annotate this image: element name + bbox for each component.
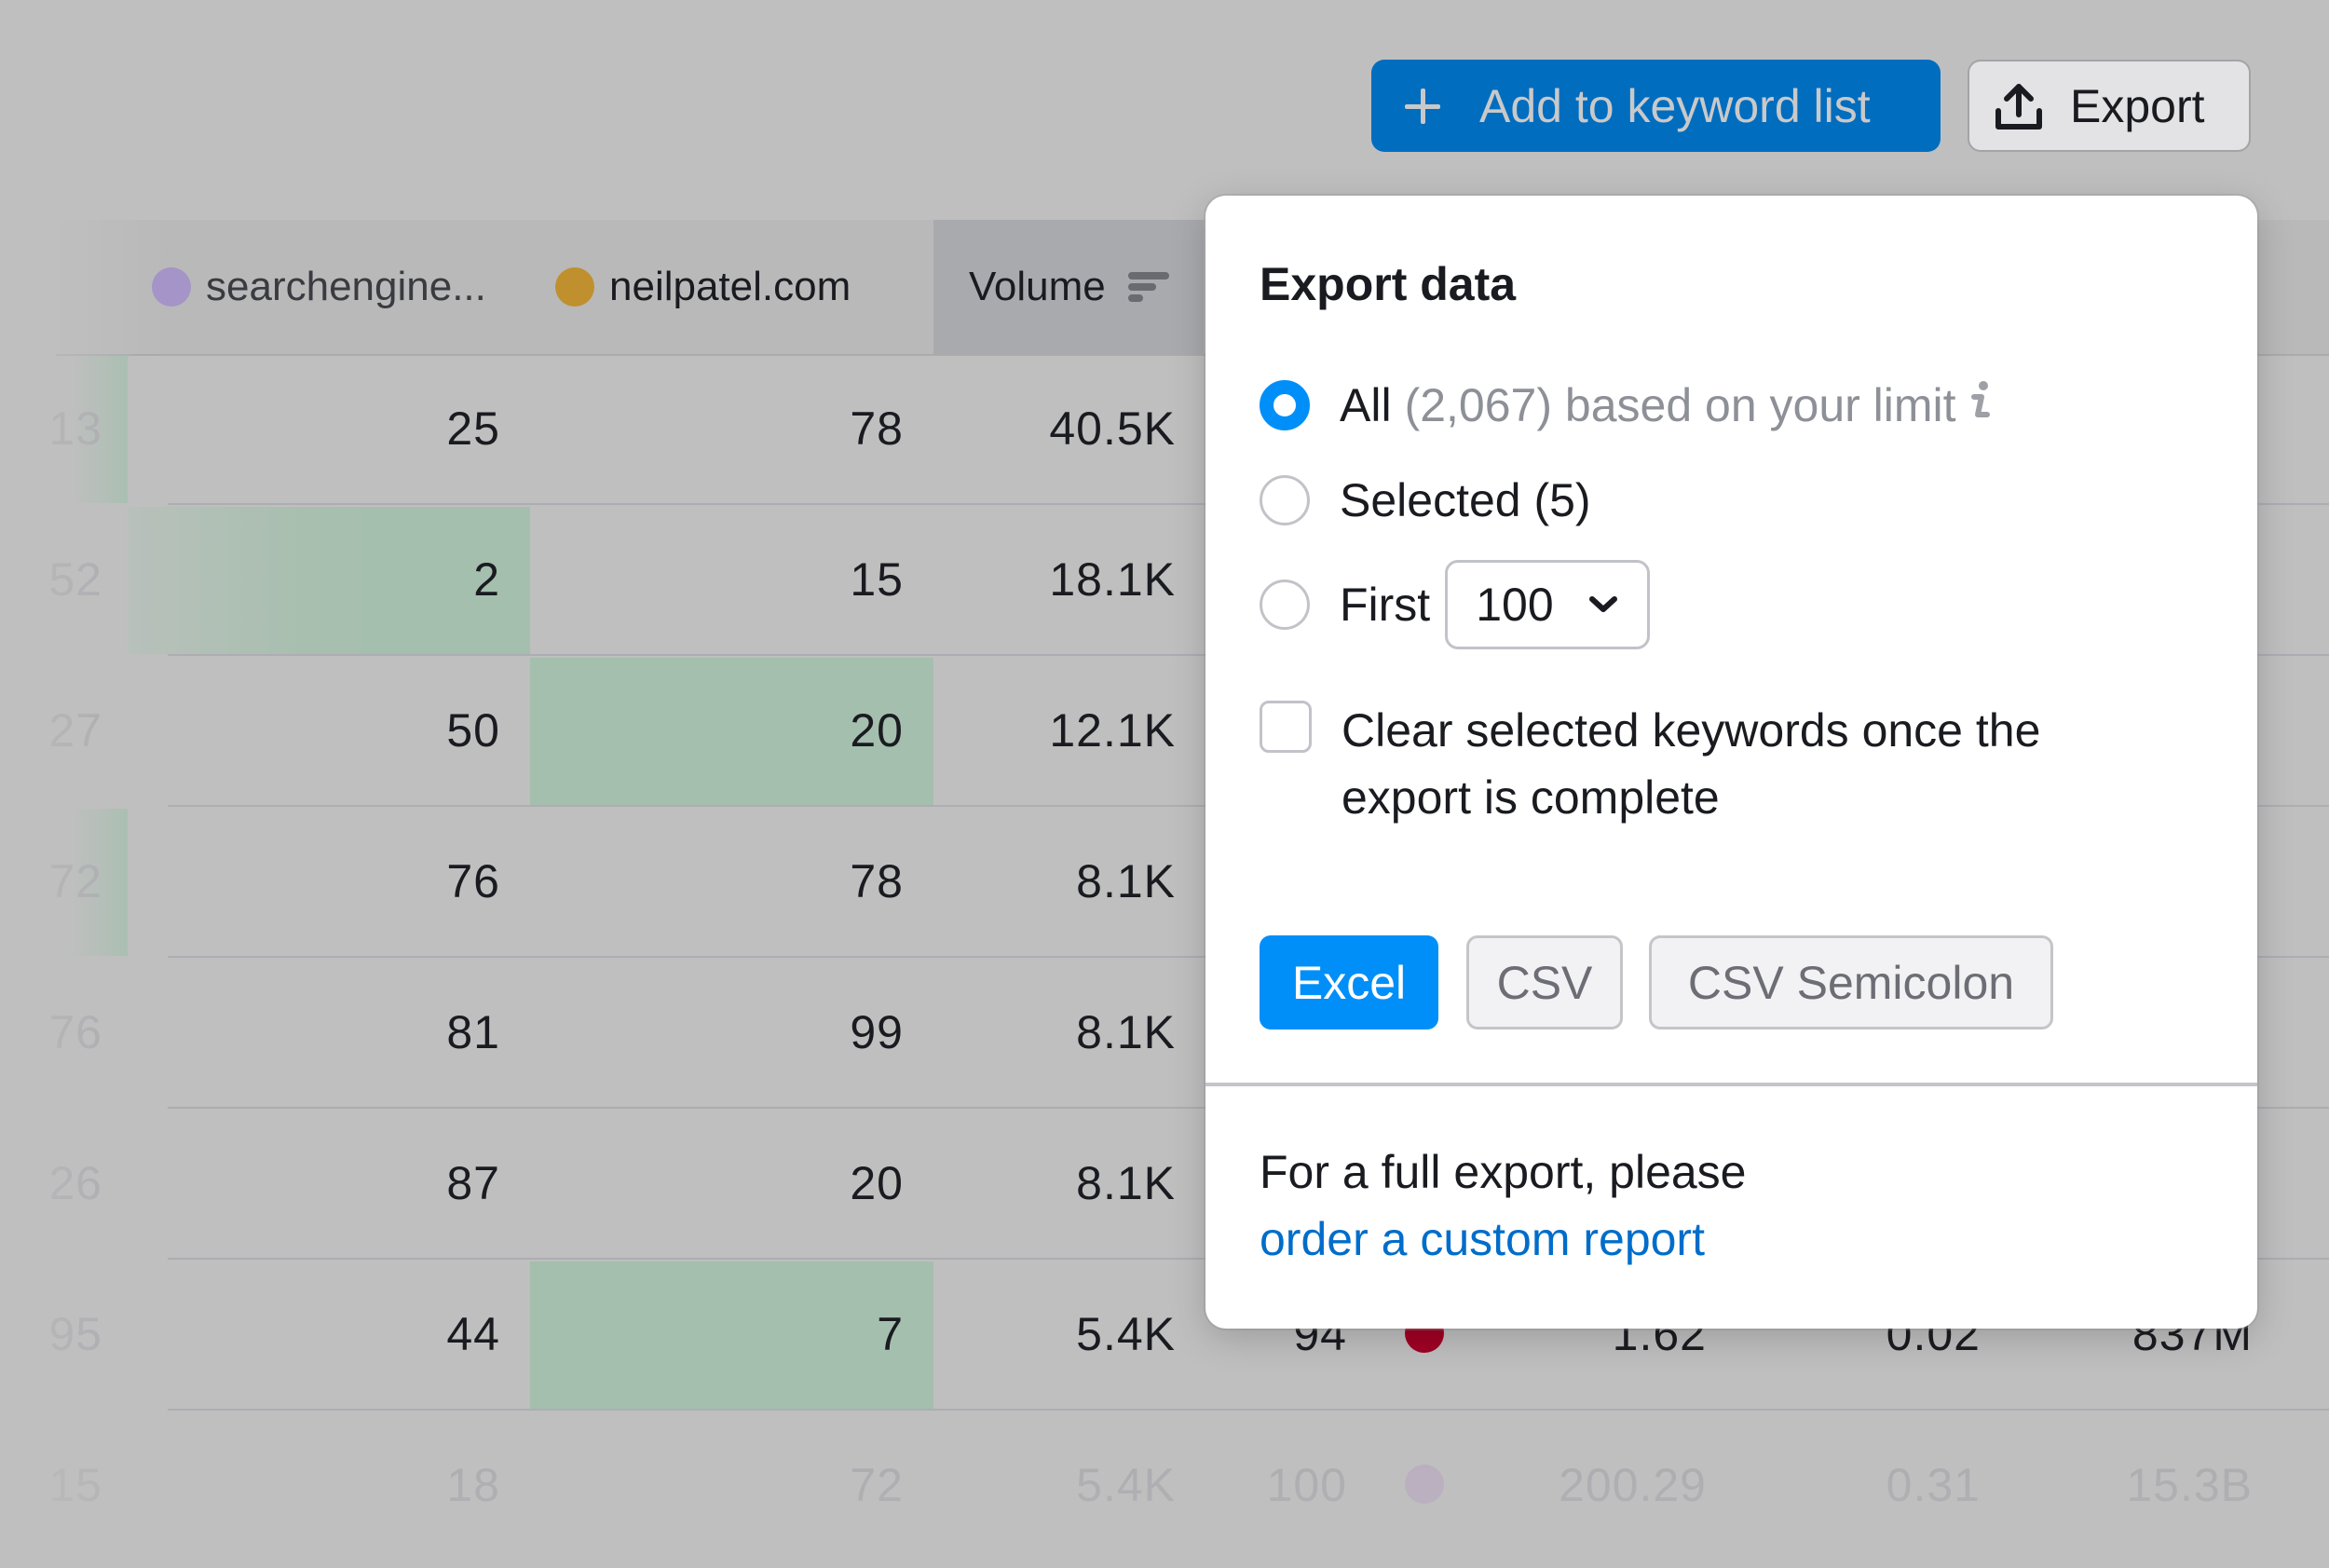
plus-icon [1405,88,1440,124]
add-to-keyword-list-label: Add to keyword list [1479,79,1871,132]
upload-icon [1995,83,2042,130]
option-first-label: First [1340,579,1431,631]
neilpatel-position: 7 [877,1308,904,1360]
radio-selected[interactable] [1260,475,1310,525]
column-header-neilpatel[interactable]: neilpatel.com [555,220,851,354]
format-csv-semicolon-button[interactable]: CSV Semicolon [1649,935,2053,1029]
option-first[interactable]: First 100 [1260,560,1651,649]
prev-column-value: 76 [48,1006,102,1058]
neilpatel-position: 99 [850,1006,904,1058]
kd-indicator-icon [1405,1465,1444,1504]
option-all-detail: (2,067) based on your limit [1404,379,1956,431]
searchengine-position: 2 [473,553,500,606]
chevron-down-icon [1588,596,1617,612]
export-popup: Export data All (2,067) based on your li… [1205,196,2257,1329]
footer-text: For a full export, please [1260,1146,1747,1198]
neilpatel-position: 20 [850,704,904,757]
searchengine-position: 50 [446,704,500,757]
add-to-keyword-list-button[interactable]: Add to keyword list [1371,60,1941,152]
volume-value: 8.1K [1076,855,1176,907]
searchengine-position: 25 [446,402,500,455]
prev-column-value: 52 [48,553,102,606]
volume-value: 18.1K [1049,553,1176,606]
searchengine-position: 18 [446,1459,500,1511]
prev-column-value: 26 [48,1157,102,1209]
popup-divider [1205,1083,2257,1086]
neilpatel-dot-icon [555,267,594,307]
export-button[interactable]: Export [1968,60,2251,152]
popup-title: Export data [1260,258,1517,310]
volume-value: 8.1K [1076,1006,1176,1058]
neilpatel-position: 20 [850,1157,904,1209]
column-header-label: Volume [969,264,1106,309]
clear-selected-label: Clear selected keywords once the export … [1342,704,2041,824]
volume-value: 12.1K [1049,704,1176,757]
neilpatel-position: 72 [850,1459,904,1511]
competition-value: 0.31 [1886,1459,1981,1511]
prev-column-value: 95 [48,1308,102,1360]
option-all-label: All [1340,379,1392,431]
format-excel-button[interactable]: Excel [1260,935,1438,1029]
searchengine-position: 44 [446,1308,500,1360]
searchengine-position: 87 [446,1157,500,1209]
radio-all[interactable] [1260,380,1310,430]
column-header-searchengine[interactable]: searchengine... [152,220,486,354]
option-selected-label: Selected (5) [1340,474,1591,526]
format-csv-button[interactable]: CSV [1466,935,1623,1029]
cpc-value: 200.29 [1559,1459,1707,1511]
prev-column-value: 15 [48,1459,102,1511]
volume-value: 8.1K [1076,1157,1176,1209]
order-custom-report-link[interactable]: order a custom report [1260,1213,1705,1265]
first-count-value: 100 [1476,579,1554,631]
prev-column-value: 13 [48,402,102,455]
info-icon[interactable] [1969,378,1992,432]
searchengine-position: 81 [446,1006,500,1058]
column-header-label: searchengine... [206,264,486,309]
export-label: Export [2070,79,2205,132]
clear-selected-checkbox-row[interactable] [1260,701,1342,753]
column-header-volume[interactable]: Volume [969,220,1169,354]
neilpatel-position: 78 [850,402,904,455]
volume-value: 5.4K [1076,1308,1176,1360]
searchengine-position: 76 [446,855,500,907]
first-count-select[interactable]: 100 [1445,560,1651,649]
neilpatel-position: 15 [850,553,904,606]
radio-first[interactable] [1260,579,1310,630]
results-value: 15.3B [2126,1459,2253,1511]
popup-footer: For a full export, please order a custom… [1260,1139,1747,1273]
sort-descending-icon[interactable] [1127,270,1169,304]
prev-column-value: 72 [48,855,102,907]
column-header-label: neilpatel.com [609,264,851,309]
neilpatel-position: 78 [850,855,904,907]
clear-selected-checkbox[interactable] [1260,701,1312,753]
volume-value: 5.4K [1076,1459,1176,1511]
volume-value: 40.5K [1049,402,1176,455]
table-row[interactable]: 15 18 72 5.4K 100 200.29 0.31 15.3B [0,1411,2329,1561]
prev-column-value: 27 [48,704,102,757]
option-all[interactable]: All (2,067) based on your limit [1260,378,1992,432]
kd-value: 100 [1266,1459,1347,1511]
header-fade [56,220,168,354]
searchengine-dot-icon [152,267,191,307]
option-selected[interactable]: Selected (5) [1260,473,1591,527]
